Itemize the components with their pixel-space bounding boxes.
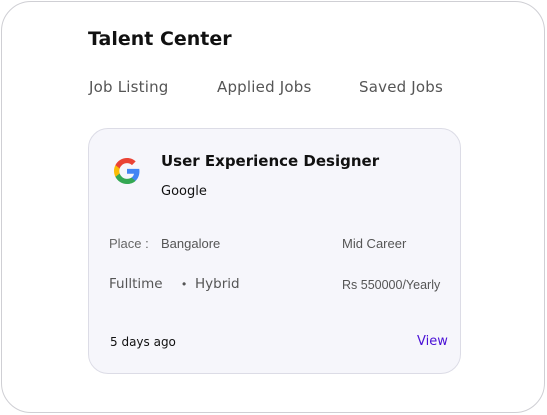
place-value: Bangalore [161,236,221,251]
employment-type: Fulltime [109,276,163,292]
tab-saved-jobs[interactable]: Saved Jobs [359,78,443,96]
company-name: Google [161,184,207,199]
bullet-separator: • [182,277,187,291]
job-card[interactable]: User Experience Designer Google Place : … [88,128,461,374]
page-title: Talent Center [88,28,232,50]
google-logo-icon [114,158,140,184]
place-label: Place : [109,236,149,251]
talent-center-panel: Talent Center Job Listing Applied Jobs S… [1,1,545,413]
work-mode: Hybrid [195,276,240,292]
salary: Rs 550000/Yearly [342,278,441,292]
posted-time: 5 days ago [110,335,176,349]
job-title[interactable]: User Experience Designer [161,152,379,170]
tab-applied-jobs[interactable]: Applied Jobs [217,78,312,96]
tab-job-listing[interactable]: Job Listing [89,78,169,96]
view-button[interactable]: View [417,334,448,349]
career-level: Mid Career [342,236,407,251]
